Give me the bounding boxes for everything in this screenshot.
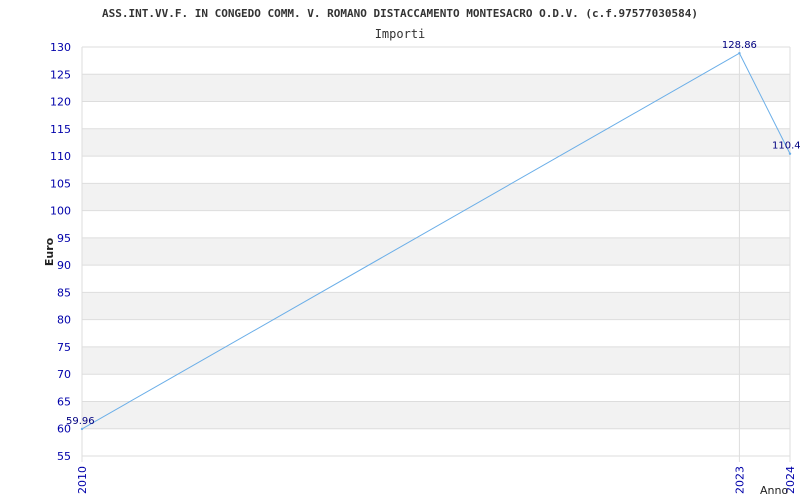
plot-band	[82, 101, 790, 129]
chart-title: ASS.INT.VV.F. IN CONGEDO COMM. V. ROMANO…	[102, 7, 698, 20]
y-tick-label: 80	[57, 314, 71, 327]
plot-band	[82, 319, 790, 347]
y-tick-label: 105	[50, 177, 71, 190]
y-tick-label: 55	[57, 450, 71, 463]
data-point	[788, 152, 792, 155]
data-label: 110.43	[772, 141, 800, 152]
plot-band	[82, 346, 790, 375]
chart-subtitle: Importi	[375, 27, 426, 41]
y-tick-label: 95	[57, 232, 71, 245]
plot-band	[82, 47, 790, 75]
x-axis-ticks: 2010 2023 2024	[76, 466, 797, 494]
plot-band	[82, 428, 790, 456]
y-tick-label: 115	[50, 123, 71, 136]
y-tick-label: 130	[50, 41, 71, 54]
y-tick-label: 120	[50, 96, 71, 109]
plot-band	[82, 265, 790, 293]
y-tick-label: 90	[57, 259, 71, 272]
plot-band	[82, 128, 790, 157]
plot-band	[82, 237, 790, 266]
y-axis-label: Euro	[43, 237, 56, 266]
line-chart: ASS.INT.VV.F. IN CONGEDO COMM. V. ROMANO…	[43, 7, 800, 497]
x-tick-label: 2010	[76, 466, 89, 494]
plot-band	[82, 183, 790, 211]
y-tick-label: 125	[50, 68, 71, 81]
plot-band	[82, 156, 790, 184]
y-tick-label: 85	[57, 286, 71, 299]
plot-bands	[82, 47, 790, 456]
y-tick-label: 100	[50, 205, 71, 218]
y-tick-label: 75	[57, 341, 71, 354]
plot-band	[82, 292, 790, 320]
x-axis-label: Anno	[760, 484, 788, 497]
y-tick-label: 110	[50, 150, 71, 163]
x-tick-label: 2023	[733, 466, 746, 494]
y-tick-label: 70	[57, 368, 71, 381]
plot-band	[82, 74, 790, 102]
data-point	[738, 52, 741, 55]
data-label: 59.96	[66, 416, 95, 427]
plot-band	[82, 374, 790, 402]
data-point	[80, 427, 84, 431]
y-tick-label: 65	[57, 395, 71, 408]
plot-band	[82, 401, 790, 429]
data-label: 128.86	[722, 40, 757, 51]
plot-band	[82, 210, 790, 238]
